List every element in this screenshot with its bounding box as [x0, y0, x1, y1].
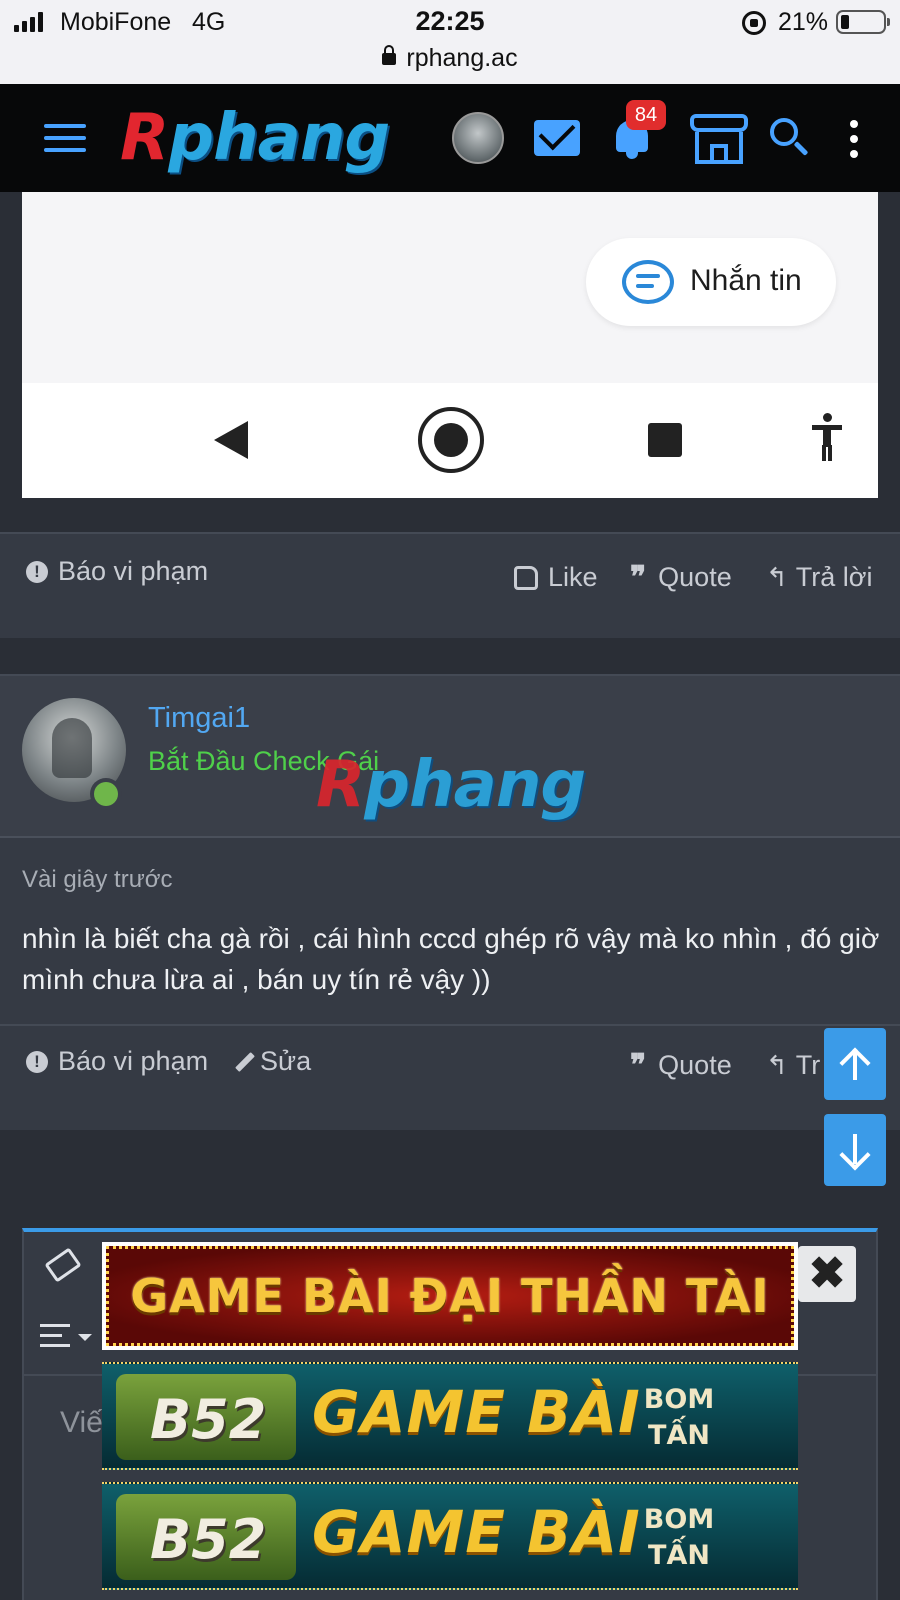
site-header: Rphang: [0, 84, 900, 192]
lock-icon: [382, 45, 397, 65]
reply-button[interactable]: ↰ Tr: [766, 1050, 820, 1081]
close-icon[interactable]: ✖: [798, 1246, 856, 1302]
reply-button[interactable]: ↰ Trả lời: [766, 562, 873, 593]
ad-banner[interactable]: B52 GAME BÀI BOM TẤN: [102, 1362, 798, 1470]
spacer: [0, 498, 900, 532]
quote-icon: ❞: [630, 1048, 646, 1082]
search-icon[interactable]: [770, 118, 810, 160]
reply-icon: ↰: [766, 562, 788, 592]
mail-icon[interactable]: [534, 120, 580, 156]
report-button[interactable]: ! Báo vi phạm: [26, 556, 208, 587]
arrow-up-icon: [839, 1047, 871, 1079]
status-bar: MobiFone 4G 22:25 21% rphang.ac: [0, 0, 900, 84]
watermark-logo: Rphang: [316, 748, 586, 822]
reply-icon: ↰: [766, 1050, 788, 1080]
ad-banner-tag: BOM TẤN: [643, 1384, 715, 1451]
post-time[interactable]: Vài giây trước: [22, 866, 173, 894]
thumbs-up-icon: [514, 565, 538, 590]
ad-banner[interactable]: GAME BÀI ĐẠI THẦN TÀI: [102, 1242, 798, 1350]
android-nav-bar: [22, 383, 878, 498]
url-text: rphang.ac: [406, 44, 518, 72]
battery-percent: 21%: [778, 8, 829, 36]
warning-icon: !: [26, 560, 48, 583]
post-body: Vài giây trước nhìn là biết cha gà rồi ,…: [0, 838, 900, 1024]
chat-icon: [622, 260, 674, 304]
warning-icon: !: [26, 1050, 48, 1073]
accessibility-icon: [812, 413, 842, 463]
b52-logo: B52: [116, 1494, 296, 1580]
report-button[interactable]: ! Báo vi phạm: [26, 1046, 208, 1077]
pencil-icon: [235, 1051, 255, 1072]
message-button-label: Nhắn tin: [690, 264, 802, 297]
ad-banner-text: GAME BÀI: [312, 1498, 641, 1566]
home-icon: [418, 407, 484, 473]
align-icon[interactable]: [40, 1324, 96, 1354]
eraser-icon[interactable]: [44, 1247, 82, 1283]
ad-banner-text: GAME BÀI: [312, 1378, 641, 1446]
edit-button[interactable]: Sửa: [234, 1046, 311, 1077]
arrow-down-icon: [839, 1139, 871, 1171]
spacer: [0, 638, 900, 674]
menu-icon[interactable]: [44, 124, 86, 154]
rotation-lock-icon: [742, 11, 766, 35]
editor-placeholder[interactable]: Viế: [60, 1406, 103, 1440]
notification-badge: 84: [626, 100, 666, 130]
post-content: nhìn là biết cha gà rồi , cái hình cccd …: [22, 923, 880, 995]
ad-banner-tag: BOM TẤN: [643, 1504, 715, 1571]
account-avatar[interactable]: [452, 112, 504, 164]
quote-button[interactable]: ❞ Quote: [630, 562, 732, 593]
site-logo[interactable]: Rphang: [120, 98, 390, 178]
b52-logo: B52: [116, 1374, 296, 1460]
scroll-bottom-button[interactable]: [824, 1114, 886, 1186]
back-icon: [214, 421, 248, 459]
online-status-icon: [90, 778, 122, 810]
post-actions: ! Báo vi phạm Like ❞ Quote ↰ Trả lời: [0, 532, 900, 638]
spacer: [0, 1130, 900, 1228]
ad-banner-text: GAME BÀI ĐẠI THẦN TÀI: [130, 1269, 770, 1323]
like-button[interactable]: Like: [514, 562, 598, 593]
scroll-top-button[interactable]: [824, 1028, 886, 1100]
ad-banner[interactable]: B52 GAME BÀI BOM TẤN: [102, 1482, 798, 1590]
message-button-image: Nhắn tin: [586, 238, 836, 326]
more-options-icon[interactable]: [850, 120, 858, 158]
post-author: Timgai1 Bắt Đầu Check Gái Rphang: [0, 674, 900, 838]
recent-apps-icon: [648, 423, 682, 457]
store-icon[interactable]: [690, 114, 748, 166]
quote-button[interactable]: ❞ Quote: [630, 1050, 732, 1081]
post-actions: ! Báo vi phạm Sửa ❞ Quote ↰ Tr: [0, 1024, 900, 1130]
battery-icon: [836, 10, 890, 34]
quote-icon: ❞: [630, 560, 646, 594]
attached-screenshot[interactable]: Nhắn tin: [22, 192, 878, 498]
username[interactable]: Timgai1: [148, 702, 250, 735]
address-bar[interactable]: rphang.ac: [0, 44, 900, 73]
